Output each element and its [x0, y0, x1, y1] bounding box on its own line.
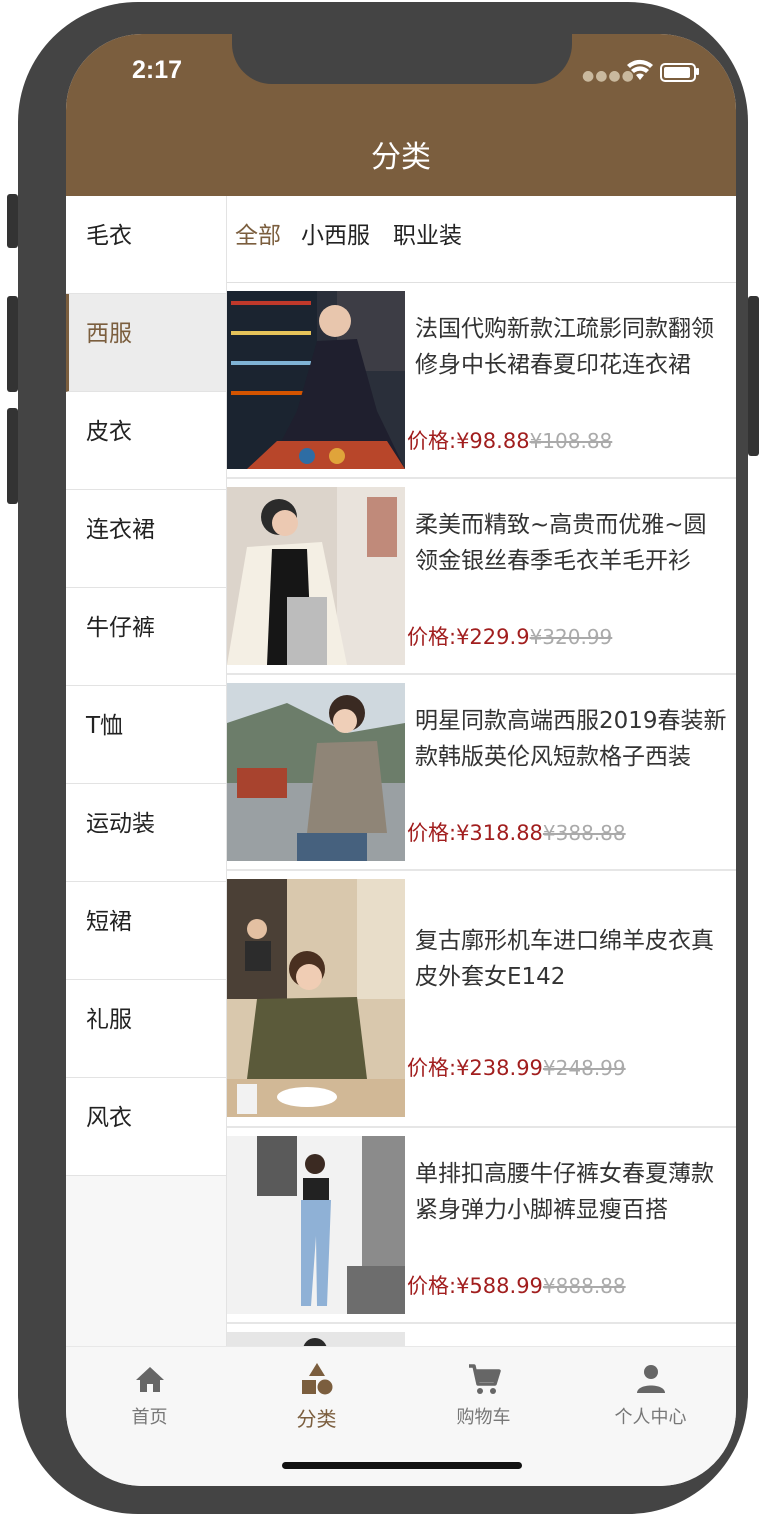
price-original: ¥108.88 — [529, 429, 613, 453]
product-image — [227, 879, 405, 1117]
sidebar-item-label: 西服 — [86, 321, 132, 347]
product-item[interactable]: 柔美而精致~高贵而优雅~圆领金银丝春季毛衣羊毛开衫 价格:¥229.9¥320.… — [227, 479, 736, 675]
price-current: 价格:¥229.9 — [407, 625, 530, 649]
tab-label: 购物车 — [456, 1407, 511, 1428]
product-image — [227, 683, 405, 861]
mute-switch — [7, 194, 18, 248]
sidebar-item-label: 礼服 — [86, 1007, 132, 1033]
home-indicator[interactable] — [282, 1462, 522, 1469]
sidebar-item-label: T恤 — [86, 713, 124, 739]
tab-home[interactable]: 首页 — [66, 1361, 233, 1429]
sidebar-item-skirt[interactable]: 短裙 — [66, 882, 226, 980]
product-title: 柔美而精致~高贵而优雅~圆领金银丝春季毛衣羊毛开衫 — [415, 512, 707, 574]
sidebar-item-label: 皮衣 — [86, 419, 132, 445]
nav-header: 2:17 ●●●● 分类 — [66, 34, 736, 196]
product-image — [227, 1332, 405, 1346]
tab-label: 个人中心 — [614, 1407, 687, 1428]
product-title: 明星同款高端西服2019春装新款韩版英伦风短款格子西装 — [415, 708, 727, 770]
volume-up-button — [7, 296, 18, 392]
sidebar-item-label: 短裙 — [86, 909, 132, 935]
status-time: 2:17 — [132, 56, 183, 84]
category-icon — [301, 1363, 332, 1395]
status-icons: ●●●● — [582, 56, 706, 86]
subtab-workwear[interactable]: 职业装 — [393, 216, 462, 250]
power-button — [748, 296, 759, 456]
price-current: 价格:¥318.88 — [407, 821, 543, 845]
product-item[interactable]: 明星同款高端西服2019春装新款韩版英伦风短款格子西装 价格:¥318.88¥3… — [227, 675, 736, 871]
tab-category[interactable]: 分类 — [233, 1361, 400, 1432]
sidebar-item-leather[interactable]: 皮衣 — [66, 392, 226, 490]
price-current: 价格:¥238.99 — [407, 1056, 543, 1080]
product-item[interactable] — [227, 1324, 736, 1346]
tab-profile[interactable]: 个人中心 — [567, 1361, 734, 1429]
sidebar-item-suit[interactable]: 西服 — [66, 294, 226, 392]
price-current: 价格:¥98.88 — [407, 429, 530, 453]
product-image — [227, 1136, 405, 1314]
sidebar-item-label: 毛衣 — [86, 223, 132, 249]
device-frame: 2:17 ●●●● 分类 毛衣 西服 皮衣 连衣裙 牛仔裤 T恤 运动装 短裙 — [18, 2, 748, 1514]
product-title: 法国代购新款江疏影同款翻领修身中长裙春夏印花连衣裙 — [415, 316, 714, 378]
product-item[interactable]: 单排扣高腰牛仔裤女春夏薄款紧身弹力小脚裤显瘦百搭 价格:¥588.99¥888.… — [227, 1128, 736, 1324]
sidebar-item-trenchcoat[interactable]: 风衣 — [66, 1078, 226, 1176]
notch — [232, 34, 572, 84]
battery-cap — [696, 68, 699, 75]
subcategory-tabs: 全部 小西服 职业装 — [227, 196, 736, 283]
sidebar-item-sweater[interactable]: 毛衣 — [66, 196, 226, 294]
product-title: 单排扣高腰牛仔裤女春夏薄款紧身弹力小脚裤显瘦百搭 — [415, 1161, 714, 1223]
subtab-blazer[interactable]: 小西服 — [301, 216, 370, 250]
sidebar-item-label: 连衣裙 — [86, 517, 155, 543]
product-panel: 全部 小西服 职业装 法国代购新款江疏影同款翻领修身中长裙春夏印花连衣裙 价格:… — [227, 196, 736, 1346]
sidebar-item-jeans[interactable]: 牛仔裤 — [66, 588, 226, 686]
tab-label: 首页 — [131, 1407, 168, 1428]
tab-label: 分类 — [296, 1407, 337, 1431]
cart-icon — [468, 1364, 501, 1394]
product-price: 价格:¥318.88¥388.88 — [407, 817, 626, 847]
product-price: 价格:¥238.99¥248.99 — [407, 1052, 626, 1082]
sidebar-item-sportswear[interactable]: 运动装 — [66, 784, 226, 882]
subtab-all[interactable]: 全部 — [235, 216, 281, 250]
price-current: 价格:¥588.99 — [407, 1274, 543, 1298]
sidebar-item-label: 牛仔裤 — [86, 615, 155, 641]
product-item[interactable]: 法国代购新款江疏影同款翻领修身中长裙春夏印花连衣裙 价格:¥98.88¥108.… — [227, 283, 736, 479]
category-sidebar: 毛衣 西服 皮衣 连衣裙 牛仔裤 T恤 运动装 短裙 礼服 风衣 — [66, 196, 227, 1346]
sidebar-item-label: 运动装 — [86, 811, 155, 837]
product-title: 复古廓形机车进口绵羊皮衣真皮外套女E142 — [415, 928, 714, 990]
sidebar-item-dress[interactable]: 连衣裙 — [66, 490, 226, 588]
price-original: ¥320.99 — [529, 625, 613, 649]
tab-cart[interactable]: 购物车 — [400, 1361, 567, 1429]
sidebar-item-label: 风衣 — [86, 1105, 132, 1131]
product-price: 价格:¥98.88¥108.88 — [407, 425, 612, 455]
sidebar-item-gown[interactable]: 礼服 — [66, 980, 226, 1078]
product-image — [227, 291, 405, 469]
person-icon — [636, 1365, 665, 1393]
screen: 2:17 ●●●● 分类 毛衣 西服 皮衣 连衣裙 牛仔裤 T恤 运动装 短裙 — [66, 34, 736, 1486]
page-title: 分类 — [371, 140, 431, 175]
sidebar-item-tshirt[interactable]: T恤 — [66, 686, 226, 784]
price-original: ¥248.99 — [542, 1056, 626, 1080]
price-original: ¥388.88 — [542, 821, 626, 845]
product-price: 价格:¥229.9¥320.99 — [407, 621, 612, 651]
product-price: 价格:¥588.99¥888.88 — [407, 1270, 626, 1300]
product-item[interactable]: 复古廓形机车进口绵羊皮衣真皮外套女E142 价格:¥238.99¥248.99 — [227, 871, 736, 1128]
volume-down-button — [7, 408, 18, 504]
battery-icon — [660, 63, 696, 82]
home-icon — [135, 1367, 164, 1392]
product-image — [227, 487, 405, 665]
price-original: ¥888.88 — [542, 1274, 626, 1298]
wifi-icon — [627, 59, 653, 80]
